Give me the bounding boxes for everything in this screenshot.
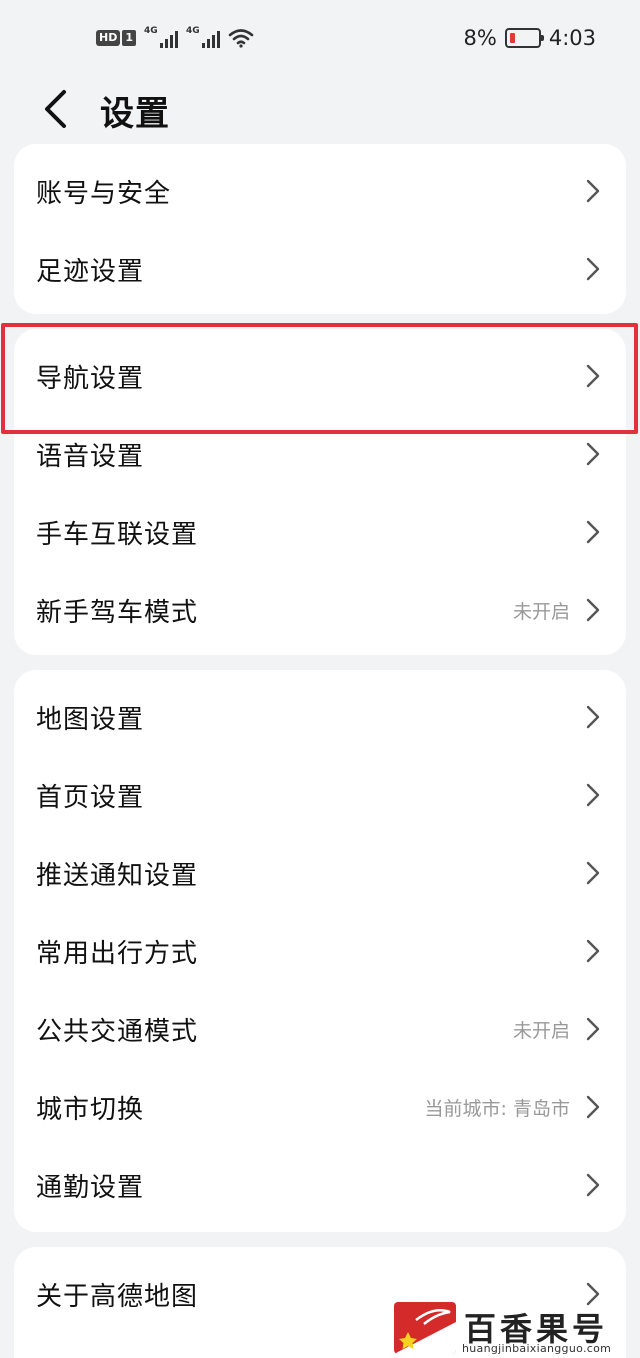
battery-percent: 8% bbox=[463, 26, 497, 50]
watermark: 百香果号 huangjinbaixiangguo.com bbox=[392, 1302, 640, 1358]
settings-row-label: 公共交通模式 bbox=[36, 1016, 199, 1047]
watermark-url: huangjinbaixiangguo.com bbox=[462, 1342, 612, 1355]
wifi-icon bbox=[228, 29, 254, 48]
battery-icon bbox=[504, 28, 544, 48]
settings-row-label: 关于高德地图 bbox=[36, 1281, 199, 1312]
battery-fill bbox=[509, 33, 515, 43]
settings-row-value: 当前城市: 青岛市 bbox=[424, 1097, 570, 1120]
settings-row-label: 常用出行方式 bbox=[36, 938, 199, 969]
sim-label: 1 bbox=[122, 30, 136, 46]
settings-row[interactable]: 通勤设置 bbox=[14, 1146, 626, 1224]
title-bar: 设置 bbox=[0, 80, 640, 140]
settings-row-label: 手车互联设置 bbox=[36, 519, 199, 550]
settings-row[interactable]: 常用出行方式 bbox=[14, 912, 626, 990]
back-button[interactable] bbox=[30, 84, 80, 134]
chevron-right-icon bbox=[586, 520, 600, 544]
hd-label: HD bbox=[96, 30, 121, 46]
chevron-right-icon bbox=[586, 939, 600, 963]
chevron-right-icon bbox=[586, 179, 600, 203]
settings-row-label: 足迹设置 bbox=[36, 256, 145, 287]
settings-row-label: 地图设置 bbox=[36, 704, 145, 735]
watermark-logo-icon bbox=[394, 1302, 456, 1354]
chevron-right-icon bbox=[586, 257, 600, 281]
settings-row[interactable]: 手车互联设置 bbox=[14, 493, 626, 571]
settings-row-label: 语音设置 bbox=[36, 441, 145, 472]
settings-row[interactable]: 导航设置 bbox=[14, 337, 626, 415]
network-type: 4G bbox=[186, 26, 200, 36]
chevron-right-icon bbox=[586, 783, 600, 807]
chevron-right-icon bbox=[586, 442, 600, 466]
chevron-right-icon bbox=[586, 861, 600, 885]
clock: 4:03 bbox=[548, 26, 596, 50]
settings-row[interactable]: 地图设置 bbox=[14, 678, 626, 756]
settings-row[interactable]: 推送通知设置 bbox=[14, 834, 626, 912]
settings-row[interactable]: 城市切换 当前城市: 青岛市 bbox=[14, 1068, 626, 1146]
back-arrow-icon bbox=[45, 90, 66, 128]
status-left: HD 1 4G 4G bbox=[96, 26, 254, 48]
settings-group-account: 账号与安全 足迹设置 bbox=[14, 144, 626, 314]
settings-row-label: 首页设置 bbox=[36, 782, 145, 813]
settings-row[interactable]: 首页设置 bbox=[14, 756, 626, 834]
status-right: 8% 4:03 bbox=[464, 26, 597, 50]
chevron-right-icon bbox=[586, 1095, 600, 1119]
chevron-right-icon bbox=[586, 1017, 600, 1041]
chevron-right-icon bbox=[586, 364, 600, 388]
settings-row[interactable]: 语音设置 bbox=[14, 415, 626, 493]
hd-icon: HD 1 bbox=[96, 30, 136, 46]
settings-row-value: 未开启 bbox=[512, 600, 570, 623]
chevron-right-icon bbox=[586, 598, 600, 622]
signal-icon-sim2: 4G bbox=[186, 26, 220, 48]
page-title: 设置 bbox=[100, 94, 170, 134]
settings-group-map: 地图设置首页设置推送通知设置 常用出行方式 公共交通模式 未开启城市切换 当前城市: 青… bbox=[14, 670, 626, 1232]
settings-row-label: 账号与安全 bbox=[36, 178, 172, 209]
network-type: 4G bbox=[144, 26, 158, 36]
signal-icon-sim1: 4G bbox=[144, 26, 178, 48]
chevron-right-icon bbox=[586, 1173, 600, 1197]
settings-row[interactable]: 新手驾车模式 未开启 bbox=[14, 571, 626, 649]
settings-row[interactable]: 公共交通模式 未开启 bbox=[14, 990, 626, 1068]
settings-row-label: 导航设置 bbox=[36, 363, 145, 394]
settings-row-value: 未开启 bbox=[512, 1019, 570, 1042]
settings-row-label: 推送通知设置 bbox=[36, 860, 199, 891]
settings-row-label: 通勤设置 bbox=[36, 1172, 145, 1203]
chevron-right-icon bbox=[586, 705, 600, 729]
settings-row[interactable]: 账号与安全 bbox=[14, 152, 626, 230]
settings-group-navigation: 导航设置语音设置手车互联设置 新手驾车模式 未开启 bbox=[14, 329, 626, 655]
settings-row[interactable]: 足迹设置 bbox=[14, 230, 626, 308]
settings-row-label: 城市切换 bbox=[36, 1094, 145, 1125]
settings-row-label: 新手驾车模式 bbox=[36, 597, 199, 628]
status-bar: HD 1 4G 4G 8% 4:03 bbox=[0, 0, 640, 80]
